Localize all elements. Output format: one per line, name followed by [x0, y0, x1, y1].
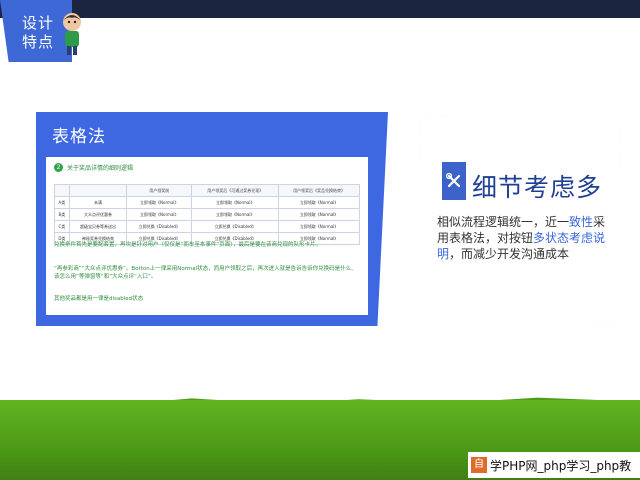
- table-header-cell: 用户领奖后《奖品兑换结束》: [278, 184, 360, 197]
- desc-text: 相似流程逻辑统一，近一: [437, 215, 570, 229]
- section-number: 2: [54, 163, 63, 172]
- table-header-row: 用户领奖前 用户领奖后《可通过奖券兑现》 用户领奖后《奖品兑换结束》: [54, 184, 360, 197]
- table-header-cell: [54, 184, 70, 197]
- table-cell: 立即领取《Normal》: [191, 196, 280, 209]
- table-header-cell: [68, 184, 128, 197]
- table-cell: 立即领取《Normal》: [191, 208, 280, 221]
- table-cell: 未满: [68, 196, 128, 209]
- table-cell: A类: [54, 196, 70, 209]
- note-paragraph-2: “再参彩商”“大众点评优惠券”。Botton上一律采用Normal状态，而用户领…: [54, 266, 357, 280]
- mascot-icon: [63, 13, 81, 55]
- corner-title: 设计 特点: [22, 14, 62, 52]
- corner-title-line1: 设计: [22, 14, 55, 32]
- table-row: C类 超级宝贝券等券送出 立即兑换《Disabled》 立即兑换《Disable…: [54, 220, 360, 233]
- table-cell: 立即兑换《Disabled》: [191, 220, 280, 233]
- table-cell: 立即领取《Normal》: [126, 208, 193, 221]
- card-title: 表格法: [52, 127, 106, 147]
- table-panel: 2 关于奖品详情的细则逻辑 用户领奖前 用户领奖后《可通过奖券兑现》 用户领奖后…: [46, 157, 368, 315]
- table-cell: B类: [54, 208, 70, 221]
- table-row: A类 未满 立即领取《Normal》 立即领取《Normal》 立即领取《Nor…: [54, 196, 360, 209]
- table-header-cell: 用户领奖前: [126, 184, 193, 197]
- table-cell: 立即领取《Normal》: [278, 220, 360, 233]
- detail-title: 细节考虑多: [472, 173, 603, 202]
- detail-description: 相似流程逻辑统一，近一致性采用表格法，对按钮多状态考虑说明，而减少开发沟通成本: [437, 214, 607, 262]
- table-cell: 立即领取《Normal》: [278, 196, 360, 209]
- desc-text: ，而减少开发沟通成本: [449, 247, 570, 261]
- state-table: 用户领奖前 用户领奖后《可通过奖券兑现》 用户领奖后《奖品兑换结束》 A类 未满…: [54, 184, 360, 245]
- top-bar: [0, 0, 640, 18]
- corner-title-line2: 特点: [22, 33, 55, 51]
- watermark: 自 学PHP网_php学习_php教: [468, 452, 640, 478]
- table-cell: 超级宝贝券等券送出: [68, 220, 128, 233]
- tools-icon: [442, 162, 466, 200]
- note-paragraph-3: 其他奖品都是用一律是disabled状态: [54, 296, 144, 302]
- table-cell: 大众点评优惠券: [68, 208, 128, 221]
- table-header-cell: 用户领奖后《可通过奖券兑现》: [191, 184, 280, 197]
- watermark-badge: 自: [471, 457, 487, 473]
- table-cell: 立即领取《Normal》: [126, 196, 193, 209]
- desc-highlight: 致性: [569, 215, 594, 229]
- table-cell: 立即兑换《Disabled》: [126, 220, 193, 233]
- table-row: B类 大众点评优惠券 立即领取《Normal》 立即领取《Normal》 立即领…: [54, 208, 360, 221]
- table-cell: 立即领取《Normal》: [278, 208, 360, 221]
- section-header: 2 关于奖品详情的细则逻辑: [54, 163, 133, 172]
- watermark-text: 学PHP网_php学习_php教: [490, 458, 632, 473]
- section-title: 关于奖品详情的细则逻辑: [67, 165, 134, 172]
- table-cell: C类: [54, 220, 70, 233]
- note-paragraph-1: 兑换条件首先是要配套置，再次是针对用户（仅仅是“而车至本事件”页面），最后是要在…: [54, 242, 321, 248]
